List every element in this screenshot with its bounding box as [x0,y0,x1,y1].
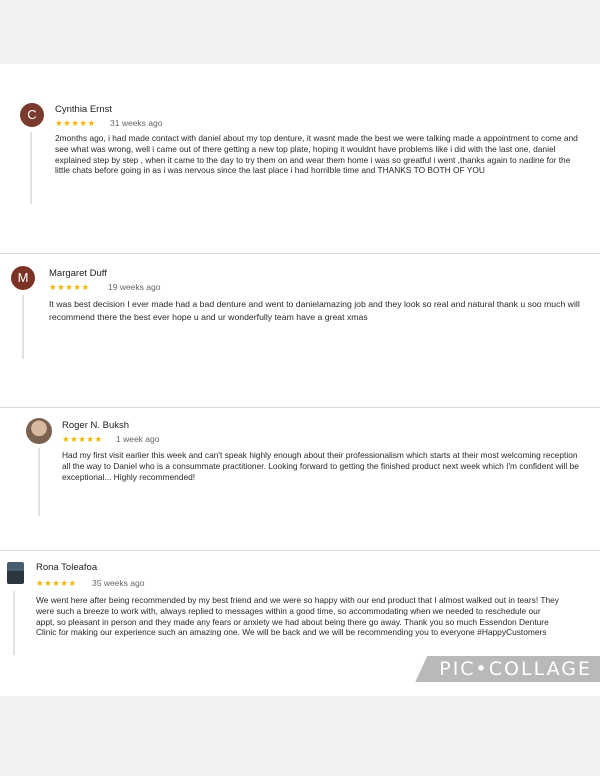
review-card-cynthia: C Cynthia Ernst ★★★★★ 31 weeks ago 2mont… [0,64,600,250]
quote-bar [30,132,32,204]
avatar-m: M [11,266,35,290]
avatar-c: C [20,103,44,127]
review-time: 1 week ago [116,434,160,444]
review-text: It was best decision I ever made had a b… [49,299,580,322]
review-time: 31 weeks ago [110,118,163,128]
avatar-rona [7,562,24,584]
avatar-initial: C [27,107,37,122]
star-rating: ★★★★★ [49,282,90,292]
quote-bar [22,295,24,359]
star-rating: ★★★★★ [62,434,103,444]
review-time: 19 weeks ago [108,282,161,292]
review-card-margaret: M Margaret Duff ★★★★★ 19 weeks ago It wa… [0,254,600,404]
review-collage: C Cynthia Ernst ★★★★★ 31 weeks ago 2mont… [0,64,600,696]
star-rating: ★★★★★ [36,578,77,588]
review-time: 35 weeks ago [92,578,145,588]
quote-bar [13,591,15,655]
review-text: Had my first visit earlier this week and… [62,450,579,482]
pic-collage-watermark: PIC•COLLAGE [415,656,600,682]
avatar-initial: M [17,270,29,285]
reviewer-name: Rona Toleafoa [36,562,98,573]
reviewer-name: Margaret Duff [49,268,107,279]
reviewer-name: Cynthia Ernst [55,104,113,115]
star-rating: ★★★★★ [55,118,96,128]
avatar-roger [26,418,52,444]
reviewer-name: Roger N. Buksh [62,420,130,431]
review-text: 2months ago, i had made contact with dan… [55,133,578,176]
review-card-roger: Roger N. Buksh ★★★★★ 1 week ago Had my f… [0,408,600,548]
review-text: We went here after being recommended by … [36,595,559,638]
quote-bar [38,448,40,516]
